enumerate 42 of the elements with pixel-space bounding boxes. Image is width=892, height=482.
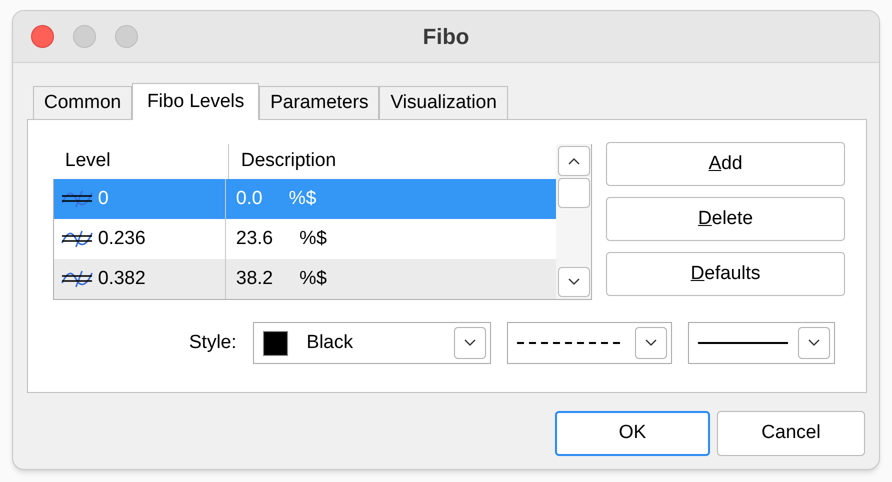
minimize-button[interactable]	[73, 25, 96, 48]
tab[interactable]: Fibo Levels	[132, 83, 260, 120]
level-line-icon	[60, 269, 94, 289]
table-cell-text: 38.2 %$	[235, 266, 327, 291]
table-cell-text: 0	[98, 186, 109, 211]
dialog-button[interactable]: Cancel	[717, 411, 865, 456]
table-cell-text: 0.0 %$	[235, 186, 316, 211]
chevron-down-icon	[644, 339, 657, 347]
action-button[interactable]: Add	[606, 142, 845, 186]
scroll-up-button[interactable]	[558, 146, 590, 176]
style-dropdown[interactable]	[688, 322, 835, 364]
dropdown-button[interactable]	[634, 327, 667, 359]
action-button[interactable]: Delete	[606, 197, 845, 241]
dialog-button[interactable]: OK	[555, 411, 710, 456]
chevron-up-icon	[568, 157, 580, 165]
tab[interactable]: Visualization	[379, 86, 508, 119]
column-header: Level	[64, 149, 112, 174]
table-cell-text: 0.236	[98, 226, 146, 251]
action-button[interactable]: Defaults	[606, 252, 845, 296]
solid-line-icon	[698, 341, 788, 345]
level-line-icon	[60, 229, 94, 249]
chevron-down-icon	[568, 278, 580, 286]
table-cell-text: 0.382	[98, 266, 146, 291]
style-dropdown[interactable]	[506, 322, 672, 364]
chevron-down-icon	[808, 339, 820, 347]
style-dropdown[interactable]: Black	[252, 322, 491, 364]
scroll-down-button[interactable]	[558, 267, 590, 297]
style-label: Style:	[189, 330, 237, 355]
tab[interactable]: Common	[33, 86, 132, 119]
level-line-icon	[60, 189, 94, 209]
scroll-thumb[interactable]	[558, 178, 590, 208]
dropdown-button[interactable]	[454, 327, 486, 359]
dropdown-button[interactable]	[798, 327, 830, 359]
color-value: Black	[306, 330, 353, 355]
table-row[interactable]: 0.382 38.2 %$	[54, 259, 556, 299]
chevron-down-icon	[464, 339, 476, 347]
table-cell-text: 23.6 %$	[235, 226, 327, 251]
scrollbar[interactable]	[556, 144, 592, 300]
window-title: Fibo	[422, 23, 470, 51]
close-button[interactable]	[31, 25, 54, 48]
tab[interactable]: Parameters	[259, 86, 380, 119]
zoom-button[interactable]	[115, 25, 138, 48]
